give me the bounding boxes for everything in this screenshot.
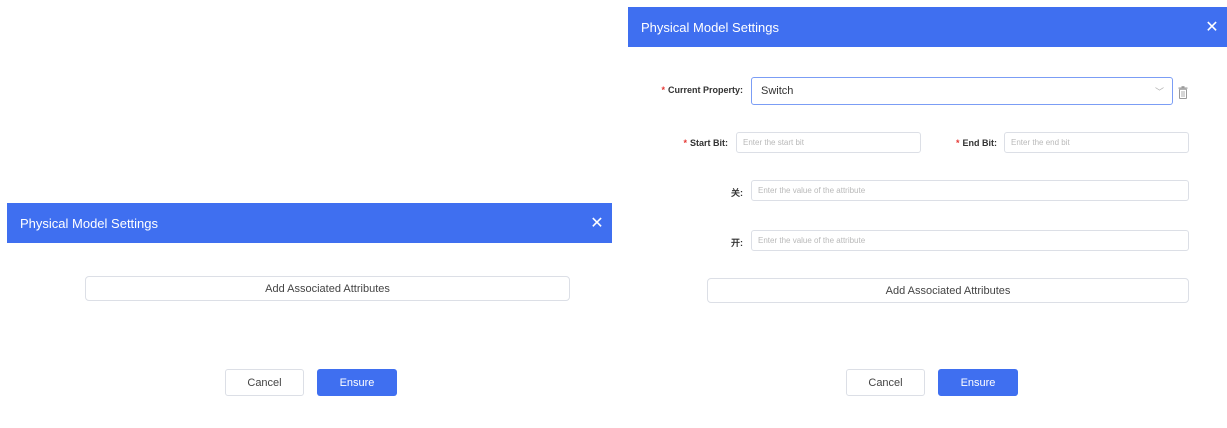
end-bit-label: * End Bit: xyxy=(955,138,997,148)
ensure-button[interactable]: Ensure xyxy=(317,369,397,396)
chevron-down-icon: ﹀ xyxy=(1154,86,1164,97)
dialog-title: Physical Model Settings xyxy=(641,19,780,35)
current-property-label: * Current Property: xyxy=(661,85,743,95)
cancel-button[interactable]: Cancel xyxy=(846,369,925,396)
attr-on-input[interactable] xyxy=(751,230,1189,251)
close-icon[interactable]: ✕ xyxy=(1202,7,1222,47)
current-property-value: Switch xyxy=(761,85,794,97)
add-associated-attributes-button[interactable]: Add Associated Attributes xyxy=(85,276,570,301)
trash-icon[interactable] xyxy=(1178,86,1188,99)
current-property-select[interactable]: Switch ﹀ xyxy=(751,77,1173,105)
end-bit-input[interactable] xyxy=(1004,132,1189,153)
physical-model-dialog-left: Physical Model Settings ✕ Add Associated… xyxy=(7,203,612,428)
dialog-header: Physical Model Settings ✕ xyxy=(628,7,1227,47)
ensure-button[interactable]: Ensure xyxy=(938,369,1018,396)
cancel-button[interactable]: Cancel xyxy=(225,369,304,396)
required-mark: * xyxy=(955,138,960,148)
required-mark: * xyxy=(661,85,665,95)
physical-model-dialog-right: Physical Model Settings ✕ * Current Prope… xyxy=(628,7,1227,428)
attr-on-label: 开: xyxy=(731,238,743,248)
dialog-header: Physical Model Settings ✕ xyxy=(7,203,612,243)
dialog-title: Physical Model Settings xyxy=(20,215,159,231)
start-bit-input[interactable] xyxy=(736,132,921,153)
required-mark: * xyxy=(683,138,687,148)
close-icon[interactable]: ✕ xyxy=(587,203,607,243)
attr-off-input[interactable] xyxy=(751,180,1189,201)
start-bit-label: * Start Bit: xyxy=(683,138,728,148)
add-associated-attributes-button[interactable]: Add Associated Attributes xyxy=(707,278,1189,303)
attr-off-label: 关: xyxy=(731,188,743,198)
